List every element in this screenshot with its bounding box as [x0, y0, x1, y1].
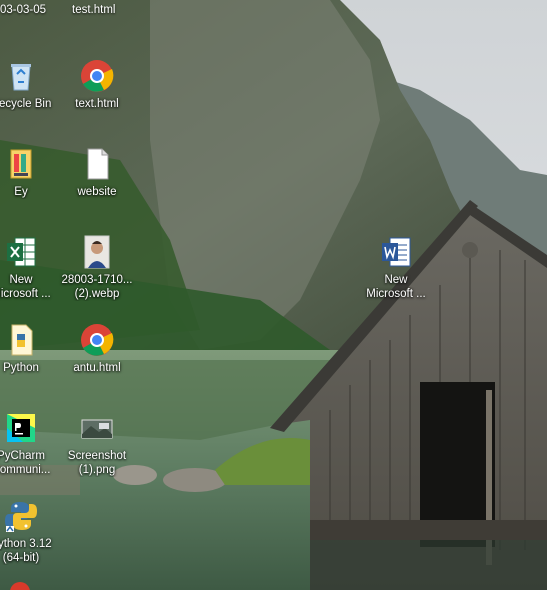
desktop-item-label: Recycle Bin	[0, 98, 52, 110]
recycle-bin-icon	[3, 58, 39, 94]
desktop-item-label-line1: New	[9, 274, 33, 286]
desktop-item-label-line1: New	[384, 274, 408, 286]
desktop-item-label-line1: PyCharm	[0, 450, 45, 462]
desktop-item-antu-html[interactable]: antu.html	[58, 322, 136, 375]
blank-file-icon	[79, 146, 115, 182]
desktop-item-pycharm[interactable]: PyCharm Communi...	[0, 410, 60, 477]
test-html-label[interactable]: test.html	[72, 4, 115, 16]
desktop-item-python-312[interactable]: Python 3.12 (64-bit)	[0, 498, 60, 565]
folder-zip-icon	[3, 146, 39, 182]
desktop-item-label-line1: Screenshot	[67, 450, 127, 462]
excel-icon	[3, 234, 39, 270]
desktop-item-python[interactable]: Python	[0, 322, 60, 375]
desktop-item-label-line2: (64-bit)	[2, 552, 40, 564]
desktop-item-label: website	[77, 186, 117, 198]
desktop-item-label: antu.html	[73, 362, 121, 374]
desktop-item-screenshot-png[interactable]: Screenshot (1).png	[58, 410, 136, 477]
desktop-item-webp-image[interactable]: 28003-1710... (2).webp	[58, 234, 136, 301]
desktop-item-label-line2: Microsoft ...	[0, 288, 51, 300]
python-file-icon	[3, 322, 39, 358]
desktop-item-label-line2: Microsoft ...	[366, 288, 426, 300]
desktop-item-label: Python	[3, 362, 39, 374]
python-app-icon	[3, 498, 39, 534]
desktop-item-website[interactable]: website	[58, 146, 136, 199]
desktop-item-label-line1: 28003-1710...	[61, 274, 133, 286]
desktop-item-new-word[interactable]: New Microsoft ...	[357, 234, 435, 301]
desktop-item-recycle-bin[interactable]: Recycle Bin	[0, 58, 60, 111]
desktop-item-new-excel[interactable]: New Microsoft ...	[0, 234, 60, 301]
desktop-item-label: Ey	[14, 186, 28, 198]
screenshot-thumbnail-icon	[79, 410, 115, 446]
desktop-item-text-html[interactable]: text.html	[58, 58, 136, 111]
desktop-item-ey[interactable]: Ey	[0, 146, 60, 199]
desktop-item-label-line2: Communi...	[0, 464, 51, 476]
desktop-item-label-line1: Python 3.12	[0, 538, 52, 550]
desktop-item-label: text.html	[75, 98, 119, 110]
truncated-file-label[interactable]: 03-03-05	[0, 4, 46, 16]
pycharm-icon	[3, 410, 39, 446]
chrome-icon	[79, 58, 115, 94]
desktop-item-label-line2: (2).webp	[74, 288, 120, 300]
word-icon	[378, 234, 414, 270]
photo-thumbnail-icon	[79, 234, 115, 270]
chrome-icon	[79, 322, 115, 358]
desktop-item-label-line2: (1).png	[78, 464, 116, 476]
